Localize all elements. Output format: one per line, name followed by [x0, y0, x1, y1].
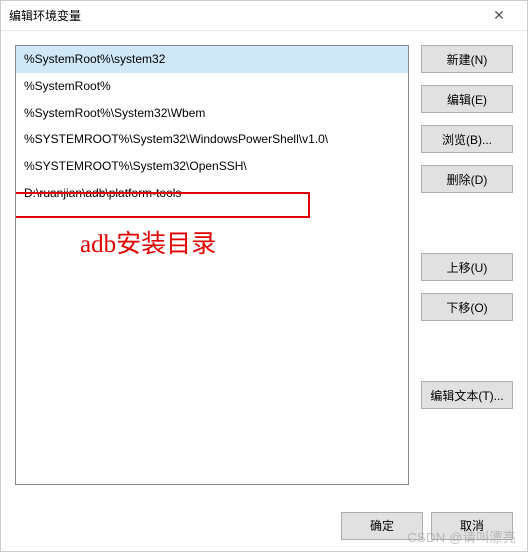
move-up-button[interactable]: 上移(U)	[421, 253, 513, 281]
new-button[interactable]: 新建(N)	[421, 45, 513, 73]
titlebar: 编辑环境变量 ✕	[1, 1, 527, 31]
spacer	[421, 205, 513, 241]
edit-button[interactable]: 编辑(E)	[421, 85, 513, 113]
list-item[interactable]: %SystemRoot%\System32\Wbem	[16, 100, 408, 127]
cancel-button[interactable]: 取消	[431, 512, 513, 540]
list-item[interactable]: %SYSTEMROOT%\System32\OpenSSH\	[16, 153, 408, 180]
edit-text-button[interactable]: 编辑文本(T)...	[421, 381, 513, 409]
button-column: 新建(N) 编辑(E) 浏览(B)... 删除(D) 上移(U) 下移(O) 编…	[421, 45, 513, 485]
list-item[interactable]: D:\ruanjian\adb\platform-tools	[16, 180, 408, 207]
dialog-title: 编辑环境变量	[9, 7, 479, 24]
delete-button[interactable]: 删除(D)	[421, 165, 513, 193]
path-listbox[interactable]: %SystemRoot%\system32 %SystemRoot% %Syst…	[15, 45, 409, 485]
list-item[interactable]: %SYSTEMROOT%\System32\WindowsPowerShell\…	[16, 126, 408, 153]
spacer	[421, 333, 513, 369]
dialog-body: %SystemRoot%\system32 %SystemRoot% %Syst…	[1, 31, 527, 499]
annotation-label: adb安装目录	[80, 224, 216, 260]
browse-button[interactable]: 浏览(B)...	[421, 125, 513, 153]
list-item[interactable]: %SystemRoot%	[16, 73, 408, 100]
list-item[interactable]: %SystemRoot%\system32	[16, 46, 408, 73]
close-icon[interactable]: ✕	[479, 7, 519, 24]
move-down-button[interactable]: 下移(O)	[421, 293, 513, 321]
ok-button[interactable]: 确定	[341, 512, 423, 540]
env-var-dialog: 编辑环境变量 ✕ %SystemRoot%\system32 %SystemRo…	[0, 0, 528, 552]
dialog-footer: 确定 取消	[1, 499, 527, 551]
